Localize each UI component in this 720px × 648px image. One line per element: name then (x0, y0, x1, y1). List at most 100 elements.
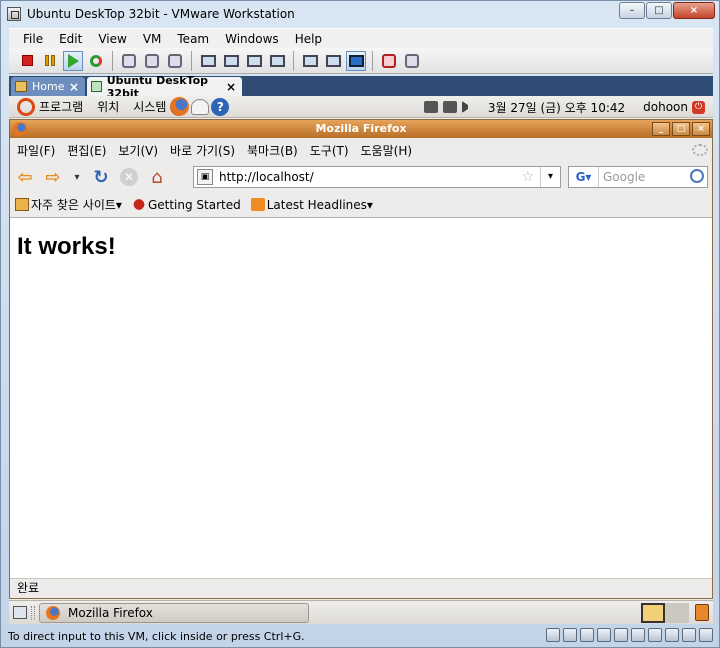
printer-icon[interactable] (442, 101, 457, 113)
menu-team[interactable]: Team (169, 32, 217, 46)
suspend-button[interactable] (40, 51, 60, 71)
snapshot-button[interactable] (119, 51, 139, 71)
search-input[interactable]: Google (603, 170, 645, 184)
tab-vm-close[interactable]: × (226, 80, 236, 94)
console-view-button[interactable] (300, 51, 320, 71)
search-engine-selector[interactable]: G▾ (569, 167, 599, 187)
snapshot-manager-button[interactable] (165, 51, 185, 71)
floppy-icon[interactable] (648, 628, 662, 642)
taskbar-firefox[interactable]: Mozilla Firefox (39, 602, 309, 623)
maximize-button[interactable]: □ (646, 2, 672, 19)
full-screen-button[interactable] (244, 51, 264, 71)
volume-icon[interactable] (461, 101, 474, 113)
quick-switch-icon (223, 54, 239, 67)
record-button[interactable] (379, 51, 399, 71)
page-content[interactable]: It works! (10, 219, 712, 578)
search-bar[interactable]: G▾ Google (568, 166, 708, 188)
menu-edit[interactable]: Edit (51, 32, 90, 46)
tab-ubuntu-vm[interactable]: Ubuntu DeskTop 32bit × (87, 74, 242, 100)
url-text[interactable]: http://localhost/ (219, 170, 314, 184)
vm-screen[interactable]: 프로그램 위치 시스템 ? 3월 27일 (금) 오후 10:42 dohoon… (9, 96, 713, 624)
site-identity-icon[interactable]: ▣ (197, 169, 213, 185)
display-icon[interactable] (665, 628, 679, 642)
minimize-button[interactable]: – (619, 2, 645, 19)
history-dropdown-button[interactable]: ▾ (68, 166, 86, 188)
stretch-view-button[interactable] (346, 50, 366, 71)
quick-switch-button[interactable] (221, 51, 241, 71)
menu-file[interactable]: File (9, 32, 51, 46)
help-launcher-icon[interactable]: ? (211, 97, 230, 116)
show-sidebar-button[interactable] (198, 51, 218, 71)
search-icon[interactable] (690, 169, 704, 183)
mail-launcher-icon[interactable] (191, 98, 210, 115)
revert-snapshot-button[interactable] (142, 51, 162, 71)
firefox-icon (46, 605, 60, 620)
ff-menu-history[interactable]: 바로 가기(S) (164, 142, 241, 159)
vmware-app-icon (7, 7, 21, 21)
reset-button[interactable] (86, 51, 106, 71)
bookmark-latest-headlines[interactable]: Latest Headlines▾ (250, 198, 373, 212)
gnome-menu-system[interactable]: 시스템 (133, 98, 166, 115)
bookmark-star-icon[interactable]: ☆ (521, 169, 534, 185)
network-adapter-icon[interactable] (580, 628, 594, 642)
reset-icon (90, 54, 102, 67)
ff-menu-edit[interactable]: 편집(E) (61, 142, 112, 159)
power-icon[interactable]: ⏻ (692, 100, 705, 114)
gnome-menu-applications[interactable]: 프로그램 (39, 98, 83, 115)
usb-icon[interactable] (597, 628, 611, 642)
firefox-maximize-button[interactable]: □ (672, 122, 690, 136)
menu-windows[interactable]: Windows (217, 32, 287, 46)
firefox-minimize-button[interactable]: _ (652, 122, 670, 136)
network-device-icon[interactable] (546, 628, 560, 642)
bookmark-getting-started[interactable]: Getting Started (131, 198, 241, 212)
back-button[interactable]: ⇦ (12, 166, 38, 188)
toolbar-separator (112, 50, 113, 71)
url-bar[interactable]: ▣ http://localhost/ ☆ ▾ (193, 166, 561, 188)
workspace-1[interactable] (641, 603, 665, 623)
stop-icon: ✕ (120, 168, 138, 186)
workspace-2[interactable] (665, 603, 689, 623)
ubuntu-logo-icon[interactable] (17, 97, 35, 116)
forward-button[interactable]: ⇨ (40, 166, 66, 188)
cd-drive-icon[interactable] (614, 628, 628, 642)
ff-menu-tools[interactable]: 도구(T) (304, 142, 355, 159)
ff-menu-file[interactable]: 파일(F) (10, 142, 61, 159)
firefox-launcher-icon[interactable] (170, 97, 190, 116)
user-name[interactable]: dohoon (643, 100, 688, 114)
gnome-menu-places[interactable]: 위치 (97, 98, 119, 115)
menu-view[interactable]: View (90, 32, 134, 46)
bookmark-most-visited[interactable]: 자주 찾은 사이트▾ (15, 196, 122, 213)
workspace-switcher[interactable] (641, 603, 689, 623)
close-button[interactable]: × (673, 2, 715, 19)
power-off-button[interactable] (17, 51, 37, 71)
reload-button[interactable]: ↻ (88, 166, 114, 188)
home-button[interactable]: ⌂ (144, 166, 170, 188)
tab-home[interactable]: Home × (11, 77, 85, 96)
unity-button[interactable] (267, 51, 287, 71)
summary-view-button[interactable] (323, 51, 343, 71)
url-dropdown-button[interactable]: ▾ (540, 167, 560, 187)
vmware-window-controls: – □ × (618, 2, 715, 19)
printer-device-icon[interactable] (682, 628, 696, 642)
messages-icon[interactable] (699, 628, 713, 642)
stop-button[interactable]: ✕ (116, 166, 142, 188)
gnome-top-panel: 프로그램 위치 시스템 ? 3월 27일 (금) 오후 10:42 dohoon… (9, 96, 713, 118)
menu-help[interactable]: Help (287, 32, 330, 46)
ff-menu-bookmarks[interactable]: 북마크(B) (241, 142, 304, 159)
firefox-close-button[interactable]: × (692, 122, 710, 136)
firefox-statusbar: 완료 (10, 578, 712, 598)
tab-home-close[interactable]: × (69, 80, 79, 94)
revert-snapshot-icon (145, 53, 159, 68)
sidebar-icon (200, 54, 216, 67)
menu-vm[interactable]: VM (135, 32, 170, 46)
replay-button[interactable] (402, 51, 422, 71)
ff-menu-view[interactable]: 보기(V) (112, 142, 164, 159)
show-desktop-icon[interactable] (13, 606, 27, 619)
clock[interactable]: 3월 27일 (금) 오후 10:42 (488, 99, 625, 116)
ff-menu-help[interactable]: 도움말(H) (355, 142, 419, 159)
hard-disk-icon[interactable] (563, 628, 577, 642)
power-on-button[interactable] (63, 50, 83, 71)
network-icon[interactable] (423, 101, 438, 113)
trash-icon[interactable] (695, 604, 709, 621)
sound-icon[interactable] (631, 628, 645, 642)
